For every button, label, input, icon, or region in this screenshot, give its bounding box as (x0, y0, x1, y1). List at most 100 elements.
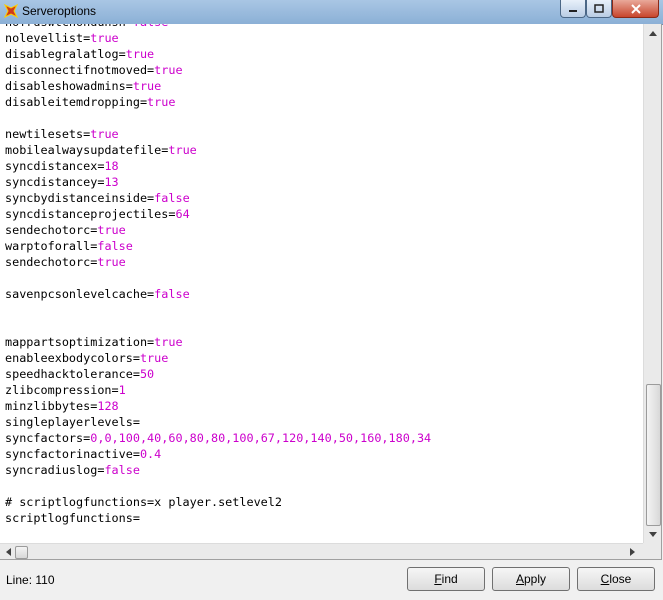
editor-line[interactable]: nolevellist=true (5, 30, 635, 46)
option-value: false (154, 287, 190, 301)
minimize-button[interactable] (560, 0, 586, 18)
option-value: false (97, 239, 133, 253)
option-value: false (133, 24, 169, 29)
minimize-icon (569, 9, 577, 12)
option-value: 0,0,100,40,60,80,80,100,67,120,140,50,16… (90, 431, 432, 445)
option-value: true (154, 335, 183, 349)
scroll-left-arrow[interactable] (0, 544, 16, 559)
editor-line[interactable]: syncdistancex=18 (5, 158, 635, 174)
option-key: syncdistancey= (5, 175, 105, 189)
horizontal-scrollbar[interactable] (0, 543, 643, 559)
option-key: syncradiuslog= (5, 463, 105, 477)
option-value: 128 (97, 399, 119, 413)
apply-button-label: pply (524, 572, 547, 586)
editor-line[interactable] (5, 270, 635, 286)
editor-line[interactable]: newtilesets=true (5, 126, 635, 142)
option-key: singleplayerlevels= (5, 415, 140, 429)
editor-line[interactable]: minzlibbytes=128 (5, 398, 635, 414)
editor-line[interactable]: sendechotorc=true (5, 254, 635, 270)
editor-line[interactable]: mobilealwaysupdatefile=true (5, 142, 635, 158)
vertical-scrollbar[interactable] (643, 24, 661, 543)
scroll-right-arrow[interactable] (625, 544, 641, 559)
option-value: 64 (175, 207, 190, 221)
apply-button[interactable]: Apply (492, 567, 570, 591)
line-status: Line: 110 (6, 573, 55, 587)
option-key: sendechotorc= (5, 255, 98, 269)
editor-line[interactable]: singleplayerlevels= (5, 414, 635, 430)
apply-button-accel: A (515, 572, 524, 586)
option-key: syncbydistanceinside= (5, 191, 155, 205)
editor-line[interactable]: # scriptlogfunctions=x player.setlevel2 (5, 494, 635, 510)
editor-line[interactable]: syncdistancey=13 (5, 174, 635, 190)
editor-line[interactable]: warptoforall=false (5, 238, 635, 254)
option-key: disableshowadmins= (5, 79, 133, 93)
option-key: minzlibbytes= (5, 399, 98, 413)
close-button-label: lose (609, 572, 632, 586)
option-key: mobilealwaysupdatefile= (5, 143, 169, 157)
option-value: true (132, 79, 162, 93)
close-button-accel: C (600, 572, 610, 586)
editor-line[interactable] (5, 110, 635, 126)
editor-line[interactable]: disconnectifnotmoved=true (5, 62, 635, 78)
editor-line[interactable]: scriptlogfunctions= (5, 510, 635, 526)
option-value: true (97, 255, 126, 269)
option-value: true (90, 31, 119, 45)
option-value: true (139, 351, 169, 365)
chevron-up-icon (649, 30, 657, 36)
option-key: mappartsoptimization= (5, 335, 155, 349)
editor-line[interactable]: disableshowadmins=true (5, 78, 635, 94)
option-key: syncfactors= (5, 431, 91, 445)
maximize-icon (594, 3, 604, 13)
editor-line[interactable]: syncbydistanceinside=false (5, 190, 635, 206)
title-bar[interactable]: Serveroptions (0, 0, 663, 25)
scroll-down-arrow[interactable] (644, 526, 661, 543)
editor-line[interactable]: savenpcsonlevelcache=false (5, 286, 635, 302)
option-value: 18 (104, 159, 119, 173)
chevron-down-icon (649, 531, 657, 537)
close-button[interactable]: Close (577, 567, 655, 591)
option-value: 50 (139, 367, 155, 381)
editor-line[interactable] (5, 478, 635, 494)
editor-line[interactable]: sendechotorc=true (5, 222, 635, 238)
option-key: # scriptlogfunctions=x player.setlevel2 (5, 495, 282, 509)
option-key: nolevellist= (5, 31, 91, 45)
option-key: disconnectifnotmoved= (5, 63, 155, 77)
horizontal-scroll-thumb[interactable] (15, 546, 28, 559)
option-key: syncdistancex= (5, 159, 105, 173)
close-window-button[interactable] (612, 0, 659, 18)
option-key: sendechotorc= (5, 223, 98, 237)
option-key: scriptlogfunctions= (5, 511, 140, 525)
options-editor[interactable]: nofrdswtchonduhsh=falsenolevellist=trued… (0, 24, 662, 560)
find-button[interactable]: Find (407, 567, 485, 591)
editor-line[interactable]: disableitemdropping=true (5, 94, 635, 110)
editor-line[interactable]: mappartsoptimization=true (5, 334, 635, 350)
editor-line[interactable]: enableexbodycolors=true (5, 350, 635, 366)
editor-line[interactable]: syncfactorinactive=0.4 (5, 446, 635, 462)
option-key: nofrdswtchonduhsh= (5, 24, 133, 29)
editor-line[interactable]: syncfactors=0,0,100,40,60,80,80,100,67,1… (5, 430, 635, 446)
find-button-accel: F (434, 572, 442, 586)
option-key: syncdistanceprojectiles= (5, 207, 176, 221)
editor-line[interactable]: syncradiuslog=false (5, 462, 635, 478)
editor-line[interactable]: disablegralatlog=true (5, 46, 635, 62)
editor-text[interactable]: nofrdswtchonduhsh=falsenolevellist=trued… (5, 24, 635, 526)
option-value: true (90, 127, 119, 141)
option-key: speedhacktolerance= (5, 367, 140, 381)
editor-line[interactable]: zlibcompression=1 (5, 382, 635, 398)
option-key: newtilesets= (5, 127, 91, 141)
option-key: disableitemdropping= (5, 95, 148, 109)
chevron-left-icon (6, 548, 11, 556)
option-key: disablegralatlog= (5, 47, 126, 61)
app-logo-icon (3, 3, 19, 19)
editor-line[interactable]: speedhacktolerance=50 (5, 366, 635, 382)
vertical-scroll-thumb[interactable] (646, 384, 661, 526)
scroll-up-arrow[interactable] (644, 24, 661, 41)
maximize-button[interactable] (586, 0, 612, 18)
window-title: Serveroptions (22, 4, 97, 18)
editor-line[interactable] (5, 318, 635, 334)
option-key: syncfactorinactive= (5, 447, 140, 461)
editor-line[interactable] (5, 302, 635, 318)
editor-line[interactable]: syncdistanceprojectiles=64 (5, 206, 635, 222)
option-value: true (147, 95, 176, 109)
option-value: true (168, 143, 197, 157)
